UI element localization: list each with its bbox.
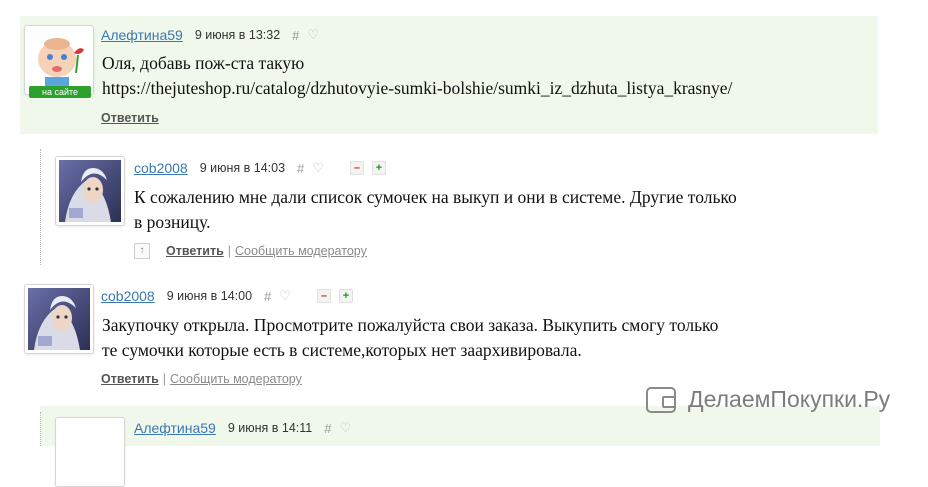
wallet-icon xyxy=(646,386,676,413)
author-link[interactable]: cob2008 xyxy=(101,288,155,304)
fairy-avatar-image xyxy=(59,160,121,222)
comment-header: Алефтина59 9 июня в 14:11 # ♡ xyxy=(134,420,377,436)
permalink-hash[interactable]: # xyxy=(264,289,271,304)
thread-line xyxy=(40,412,41,446)
comment-text-line: те сумочки которые есть в системе,которы… xyxy=(102,340,582,360)
comment-date: 9 июня в 13:32 xyxy=(194,28,281,42)
heart-icon[interactable]: ♡ xyxy=(307,27,319,43)
vote-down-button[interactable]: – xyxy=(349,161,364,175)
comment-link-text[interactable]: https://thejuteshop.ru/catalog/dzhutovyi… xyxy=(102,76,732,101)
comment-text: К сожалению мне дали список сумочек на в… xyxy=(134,185,737,235)
permalink-hash[interactable]: # xyxy=(292,28,299,43)
baby-avatar-image xyxy=(28,29,90,91)
comment-text: Закупочку открыла. Просмотрите пожалуйст… xyxy=(102,313,718,363)
comment-date: 9 июня в 14:00 xyxy=(166,289,253,303)
avatar[interactable]: на сайте xyxy=(24,25,94,98)
reply-link[interactable]: Ответить xyxy=(166,244,224,258)
vote-up-button[interactable]: + xyxy=(371,161,386,175)
comment-actions: Ответить xyxy=(101,111,159,125)
go-to-parent-icon[interactable]: ↑ xyxy=(134,243,150,259)
comment-header: cob2008 9 июня в 14:03 # ♡ – + xyxy=(134,160,394,176)
comment-date: 9 июня в 14:03 xyxy=(199,161,286,175)
comment-actions: ↑ Ответить | Сообщить модератору xyxy=(134,243,367,259)
comment-actions: Ответить | Сообщить модератору xyxy=(101,372,302,386)
permalink-hash[interactable]: # xyxy=(297,161,304,176)
avatar[interactable] xyxy=(24,284,94,354)
avatar[interactable] xyxy=(55,156,125,226)
reply-link[interactable]: Ответить xyxy=(101,372,159,386)
comment-3: cob2008 9 июня в 14:00 # ♡ – + Закупочку… xyxy=(20,275,878,395)
author-link[interactable]: Алефтина59 xyxy=(134,420,216,436)
vote-down-button[interactable]: – xyxy=(316,289,331,303)
online-badge: на сайте xyxy=(29,86,91,98)
heart-icon[interactable]: ♡ xyxy=(339,420,351,436)
separator: | xyxy=(227,244,232,258)
heart-icon[interactable]: ♡ xyxy=(312,160,324,176)
avatar[interactable] xyxy=(55,417,125,487)
reply-link[interactable]: Ответить xyxy=(101,111,159,125)
comment-1: на сайте Алефтина59 9 июня в 13:32 # ♡ О… xyxy=(20,16,878,134)
report-moderator-link[interactable]: Сообщить модератору xyxy=(235,244,367,258)
comment-text-line: К сожалению мне дали список сумочек на в… xyxy=(134,187,737,207)
comment-header: cob2008 9 июня в 14:00 # ♡ – + xyxy=(101,288,361,304)
vote-up-button[interactable]: + xyxy=(338,289,353,303)
permalink-hash[interactable]: # xyxy=(324,421,331,436)
fairy-avatar-image xyxy=(28,288,90,350)
comment-date: 9 июня в 14:11 xyxy=(227,421,313,435)
comment-text-line: Закупочку открыла. Просмотрите пожалуйст… xyxy=(102,315,719,335)
watermark-text: ДелаемПокупки.Ру xyxy=(688,386,891,412)
site-watermark: ДелаемПокупки.Ру xyxy=(646,386,890,413)
author-link[interactable]: Алефтина59 xyxy=(101,27,183,43)
comment-text: Оля, добавь пож-ста такую https://thejut… xyxy=(102,51,732,101)
comment-text-line: в розницу. xyxy=(134,212,211,232)
heart-icon[interactable]: ♡ xyxy=(279,288,291,304)
author-link[interactable]: cob2008 xyxy=(134,160,188,176)
separator: | xyxy=(162,372,167,386)
thread-line xyxy=(40,149,41,265)
comment-text-line: Оля, добавь пож-ста такую xyxy=(102,53,305,73)
report-moderator-link[interactable]: Сообщить модератору xyxy=(170,372,302,386)
comment-2: cob2008 9 июня в 14:03 # ♡ – + К сожален… xyxy=(40,143,880,265)
comment-header: Алефтина59 9 июня в 13:32 # ♡ xyxy=(101,27,345,43)
